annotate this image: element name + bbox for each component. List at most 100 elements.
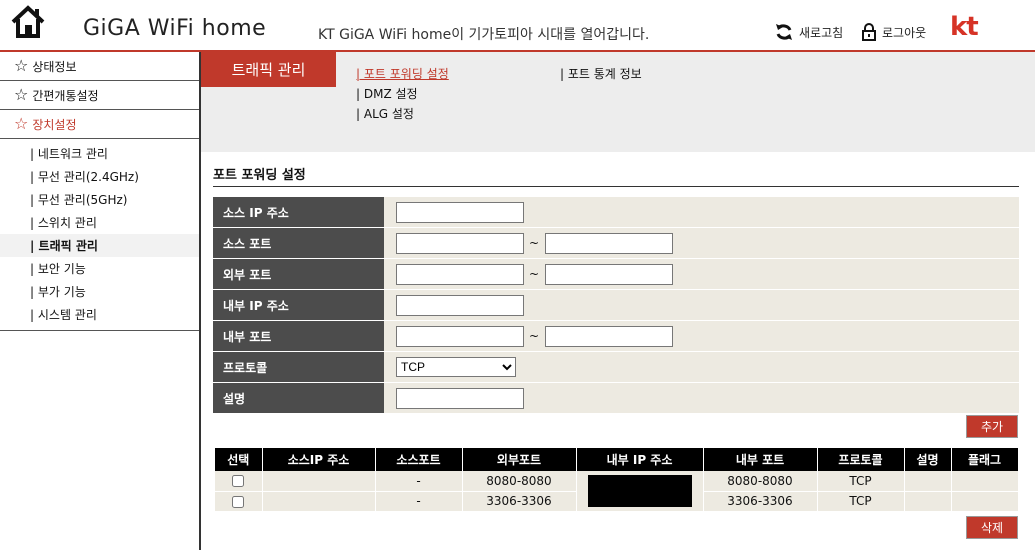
internal-ip-input[interactable]: [396, 294, 524, 316]
description-cell: [904, 471, 952, 492]
column-header: 내부 IP 주소: [576, 448, 704, 471]
logout-label: 로그아웃: [882, 25, 927, 40]
sidebar-item-traffic[interactable]: | 트래픽 관리: [0, 234, 199, 257]
divider: [213, 186, 1019, 187]
column-header: 외부포트: [462, 448, 577, 471]
field-label: 내부 포트: [213, 321, 384, 351]
external-port-to-input[interactable]: [545, 263, 674, 285]
column-header: 선택: [215, 448, 263, 471]
table-row: - 8080-8080 8080-8080 TCP: [215, 471, 1019, 512]
refresh-button[interactable]: 새로고침: [774, 23, 843, 41]
row-select-cell: [215, 471, 263, 492]
protocol-cell: TCP: [817, 471, 905, 492]
range-separator: ~: [529, 329, 540, 343]
kt-logo: kt: [950, 12, 979, 42]
sidebar-item-label: 장치설정: [32, 117, 77, 132]
form-row-description: 설명: [213, 383, 1019, 414]
source-port-cell: -: [375, 471, 463, 492]
column-header: 소스포트: [375, 448, 463, 471]
external-port-from-input[interactable]: [396, 263, 524, 285]
description-input[interactable]: [396, 387, 524, 409]
source-port-cell: -: [375, 491, 463, 512]
form-row-source-port: 소스 포트 ~: [213, 228, 1019, 259]
subnav-port-stats[interactable]: | 포트 통계 정보: [560, 65, 642, 82]
description-cell: [904, 491, 952, 512]
form-title: 포트 포워딩 설정: [213, 168, 306, 183]
sidebar-item-quick-setup[interactable]: ☆ 간편개통설정: [0, 81, 199, 110]
redacted-block: [587, 474, 692, 507]
column-header: 플래그: [951, 448, 1019, 471]
sidebar: ☆ 상태정보 ☆ 간편개통설정 ☆ 장치설정 | 네트워크 관리 | 무선 관리…: [0, 52, 201, 550]
field-label: 소스 IP 주소: [213, 197, 384, 227]
sidebar-item-switch[interactable]: | 스위치 관리: [0, 211, 199, 234]
column-header: 설명: [904, 448, 952, 471]
source-ip-cell: [262, 491, 376, 512]
star-icon: ☆: [14, 56, 29, 75]
header: GiGA WiFi home KT GiGA WiFi home이 기가토피아 …: [0, 0, 1035, 52]
source-ip-input[interactable]: [396, 201, 524, 223]
source-port-to-input[interactable]: [545, 232, 674, 254]
refresh-icon: [776, 24, 792, 40]
subnav-dmz[interactable]: | DMZ 설정: [356, 85, 418, 102]
port-forward-form: 소스 IP 주소 소스 포트 ~ 외부 포트 ~ 내부 IP 주소 내부 포트 …: [213, 197, 1019, 414]
column-header: 소스IP 주소: [262, 448, 376, 471]
logout-button[interactable]: 로그아웃: [861, 23, 926, 41]
internal-port-from-input[interactable]: [396, 325, 524, 347]
column-header: 내부 포트: [703, 448, 818, 471]
row-select-cell: [215, 491, 263, 512]
flag-cell: [951, 491, 1019, 512]
protocol-select[interactable]: TCP: [396, 357, 516, 377]
form-row-external-port: 외부 포트 ~: [213, 259, 1019, 290]
form-row-source-ip: 소스 IP 주소: [213, 197, 1019, 228]
header-tagline: KT GiGA WiFi home이 기가토피아 시대를 열어갑니다.: [318, 27, 650, 43]
star-icon: ☆: [14, 114, 29, 133]
internal-port-cell: 3306-3306: [703, 491, 818, 512]
sidebar-item-network[interactable]: | 네트워크 관리: [0, 142, 199, 165]
section-title: 트래픽 관리: [201, 52, 336, 87]
field-label: 프로토콜: [213, 352, 384, 382]
sub-navigation: 트래픽 관리 | 포트 포워딩 설정 | DMZ 설정 | ALG 설정 | 포…: [201, 52, 1035, 152]
sidebar-item-device-settings[interactable]: ☆ 장치설정: [0, 110, 199, 139]
refresh-label: 새로고침: [799, 25, 844, 40]
field-label: 소스 포트: [213, 228, 384, 258]
sidebar-item-wireless-5[interactable]: | 무선 관리(5GHz): [0, 188, 199, 211]
subnav-port-forwarding[interactable]: | 포트 포워딩 설정: [356, 65, 449, 82]
row-select-checkbox[interactable]: [232, 495, 245, 508]
source-ip-cell: [262, 471, 376, 492]
sidebar-item-security[interactable]: | 보안 기능: [0, 257, 199, 280]
sidebar-item-extra[interactable]: | 부가 기능: [0, 280, 199, 303]
source-port-from-input[interactable]: [396, 232, 524, 254]
add-button[interactable]: 추가: [966, 415, 1018, 438]
sidebar-item-wireless-24[interactable]: | 무선 관리(2.4GHz): [0, 165, 199, 188]
form-row-protocol: 프로토콜 TCP: [213, 352, 1019, 383]
field-label: 외부 포트: [213, 259, 384, 289]
external-port-cell: 8080-8080: [462, 471, 577, 492]
range-separator: ~: [529, 236, 540, 250]
external-port-cell: 3306-3306: [462, 491, 577, 512]
range-separator: ~: [529, 267, 540, 281]
port-forward-table: 선택 소스IP 주소 소스포트 외부포트 내부 IP 주소 내부 포트 프로토콜…: [215, 448, 1019, 512]
subnav-alg[interactable]: | ALG 설정: [356, 105, 414, 122]
protocol-cell: TCP: [817, 491, 905, 512]
sidebar-submenu: | 네트워크 관리 | 무선 관리(2.4GHz) | 무선 관리(5GHz) …: [0, 139, 199, 331]
field-label: 설명: [213, 383, 384, 413]
form-row-internal-port: 내부 포트 ~: [213, 321, 1019, 352]
delete-button[interactable]: 삭제: [966, 516, 1018, 539]
field-label: 내부 IP 주소: [213, 290, 384, 320]
internal-port-cell: 8080-8080: [703, 471, 818, 492]
column-header: 프로토콜: [817, 448, 905, 471]
sidebar-item-system[interactable]: | 시스템 관리: [0, 303, 199, 326]
home-icon[interactable]: [10, 5, 46, 39]
sidebar-item-label: 간편개통설정: [32, 88, 99, 103]
app-title: GiGA WiFi home: [83, 16, 267, 41]
lock-icon: [862, 23, 876, 41]
internal-port-to-input[interactable]: [545, 325, 674, 347]
sidebar-item-status[interactable]: ☆ 상태정보: [0, 52, 199, 81]
internal-ip-cell: [576, 471, 704, 512]
sidebar-item-label: 상태정보: [32, 59, 77, 74]
flag-cell: [951, 471, 1019, 492]
form-row-internal-ip: 내부 IP 주소: [213, 290, 1019, 321]
row-select-checkbox[interactable]: [232, 475, 245, 488]
star-icon: ☆: [14, 85, 29, 104]
table-header-row: 선택 소스IP 주소 소스포트 외부포트 내부 IP 주소 내부 포트 프로토콜…: [215, 448, 1019, 471]
